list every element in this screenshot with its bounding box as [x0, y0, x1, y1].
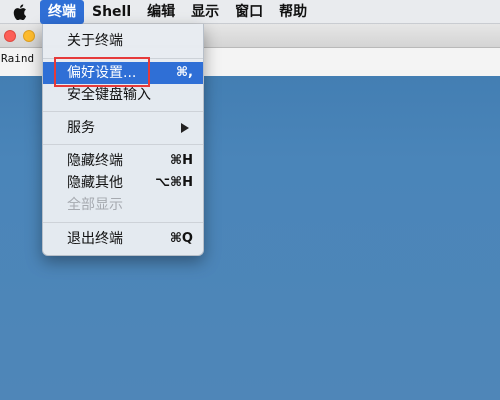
- menu-item-preferences[interactable]: 偏好设置... ⌘,: [43, 62, 203, 84]
- menu-terminal[interactable]: 终端: [40, 0, 84, 24]
- menu-item-quit[interactable]: 退出终端 ⌘Q: [43, 228, 203, 250]
- menu-separator: [43, 222, 203, 223]
- submenu-arrow-icon: [181, 123, 189, 133]
- menu-item-shortcut: ⌘Q: [169, 231, 193, 246]
- menu-edit[interactable]: 编辑: [139, 0, 183, 24]
- menu-item-label: 安全键盘输入: [67, 87, 151, 103]
- apple-logo-icon: [13, 3, 27, 20]
- menu-item-shortcut: ⌘H: [170, 153, 193, 168]
- menu-separator: [43, 111, 203, 112]
- menu-window[interactable]: 窗口: [227, 0, 271, 24]
- menu-item-shortcut: ⌘,: [176, 65, 193, 80]
- menu-item-label: 全部显示: [67, 197, 123, 213]
- menu-separator: [43, 144, 203, 145]
- menu-separator: [43, 58, 203, 59]
- menu-item-label: 隐藏终端: [67, 153, 123, 169]
- menu-item-label: 退出终端: [67, 231, 123, 247]
- menu-help[interactable]: 帮助: [271, 0, 315, 24]
- menu-item-label: 偏好设置...: [67, 65, 137, 81]
- terminal-output: Raind: [1, 52, 35, 65]
- minimize-window-icon[interactable]: [23, 30, 35, 42]
- apple-menu[interactable]: [0, 0, 40, 24]
- menu-item-label: 隐藏其他: [67, 175, 123, 191]
- menu-item-hide-terminal[interactable]: 隐藏终端 ⌘H: [43, 150, 203, 172]
- close-window-icon[interactable]: [4, 30, 16, 42]
- menu-view[interactable]: 显示: [183, 0, 227, 24]
- menu-item-services[interactable]: 服务: [43, 117, 203, 139]
- menu-item-label: 服务: [67, 120, 95, 136]
- terminal-menu-dropdown: 关于终端 偏好设置... ⌘, 安全键盘输入 服务 隐藏终端 ⌘H 隐藏其他 ⌥…: [42, 24, 204, 256]
- menu-item-secure-keyboard[interactable]: 安全键盘输入: [43, 84, 203, 106]
- menu-bar: 终端 Shell 编辑 显示 窗口 帮助: [0, 0, 500, 24]
- menu-item-about[interactable]: 关于终端: [43, 30, 203, 52]
- menu-item-hide-others[interactable]: 隐藏其他 ⌥⌘H: [43, 172, 203, 194]
- menu-shell[interactable]: Shell: [84, 0, 139, 24]
- menu-item-show-all: 全部显示: [43, 194, 203, 216]
- menu-item-label: 关于终端: [67, 33, 123, 49]
- menu-item-shortcut: ⌥⌘H: [155, 175, 193, 190]
